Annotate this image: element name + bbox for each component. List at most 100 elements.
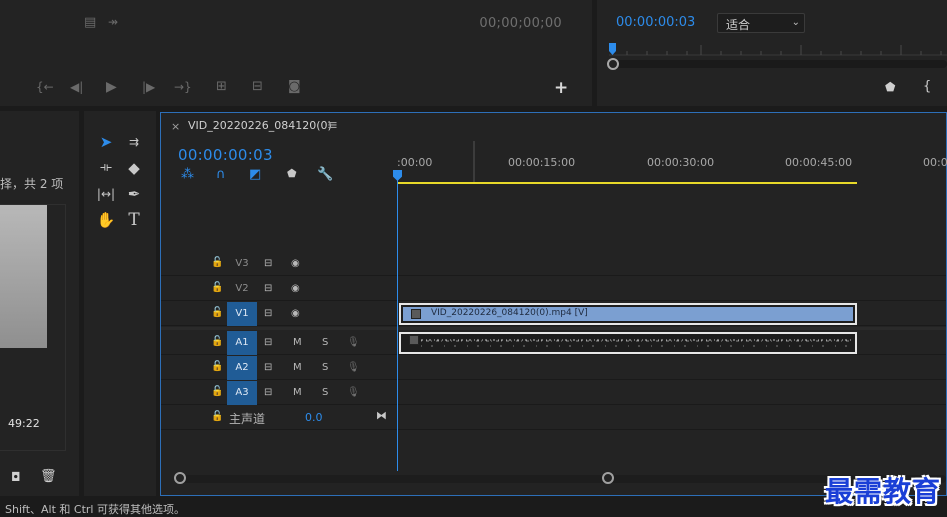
hand-tool-icon[interactable]: ✋: [94, 209, 118, 231]
eye-icon[interactable]: ◉: [291, 277, 300, 301]
track-lane[interactable]: [397, 406, 946, 430]
new-item-icon[interactable]: ◘: [11, 470, 21, 484]
solo-button[interactable]: S: [322, 331, 328, 355]
timeline-panel: × VID_20220226_084120(0) ≡ 00:00:00:03 ⁂…: [160, 112, 947, 496]
lock-icon[interactable]: 🔓: [211, 282, 223, 293]
eye-icon[interactable]: ◉: [291, 302, 300, 326]
sync-lock-icon[interactable]: ⊟: [264, 356, 272, 380]
sync-lock-icon[interactable]: ⊟: [264, 331, 272, 355]
slip-tool-icon[interactable]: |↔|: [94, 183, 118, 205]
track-select-tool-icon[interactable]: ⇉: [122, 131, 146, 153]
video-clip-label: VID_20220226_084120(0).mp4 [V]: [431, 308, 588, 318]
step-back-icon[interactable]: ◀|: [70, 80, 83, 94]
menu-icon[interactable]: ≡: [327, 118, 338, 133]
fit-value: 适合: [726, 18, 751, 32]
track-lane[interactable]: [397, 277, 946, 301]
track-name[interactable]: V3: [227, 252, 257, 276]
program-playhead: [609, 43, 616, 55]
premiere-window: ▤ ↠ 00;00;00;00 {← ◀| ▶ |▶ →} ⊞ ⊟ ◙ + 00…: [0, 0, 947, 517]
lock-icon[interactable]: 🔓: [211, 336, 223, 347]
timeline-ruler[interactable]: [397, 141, 946, 183]
sync-lock-icon[interactable]: ⊟: [264, 381, 272, 405]
scroll-handle-right[interactable]: [602, 472, 614, 484]
linked-selection-icon[interactable]: ◩: [249, 167, 261, 182]
track-lane[interactable]: [397, 381, 946, 405]
add-marker-icon[interactable]: ⬟: [287, 167, 297, 180]
sequence-tab[interactable]: VID_20220226_084120(0): [188, 119, 332, 132]
play-icon[interactable]: ▶: [106, 79, 117, 95]
camera-icon[interactable]: ◙: [288, 79, 301, 94]
timeline-timecode[interactable]: 00:00:00:03: [178, 146, 273, 164]
mute-button[interactable]: M: [293, 356, 302, 380]
mute-button[interactable]: M: [293, 381, 302, 405]
track-name[interactable]: V1: [227, 302, 257, 326]
fit-dropdown[interactable]: 适合 ⌄: [717, 13, 805, 33]
scroll-handle-left[interactable]: [174, 472, 186, 484]
playhead-line: [397, 171, 398, 471]
ripple-edit-tool-icon[interactable]: ⟛: [94, 157, 118, 179]
project-panel: 择，共 2 项 49:22 ◘ 🗑: [0, 111, 79, 496]
trash-icon[interactable]: 🗑: [40, 469, 57, 484]
mark-in-icon[interactable]: {←: [36, 80, 54, 94]
mark-out-icon[interactable]: →}: [174, 80, 192, 94]
program-timecode[interactable]: 00:00:00:03: [616, 15, 695, 30]
program-ruler[interactable]: [609, 42, 947, 56]
track-lane[interactable]: [397, 356, 946, 380]
add-icon[interactable]: +: [554, 78, 568, 98]
wrench-icon[interactable]: 🔧: [317, 167, 333, 182]
track-header: 🔓 V1 ⊟ ◉: [161, 302, 397, 326]
overwrite-icon[interactable]: ⊟: [252, 79, 263, 94]
sync-lock-icon[interactable]: ⊟: [264, 277, 272, 301]
close-icon[interactable]: ×: [171, 120, 180, 133]
snap-icon[interactable]: ∩: [216, 167, 226, 182]
sync-lock-icon[interactable]: ⊟: [264, 302, 272, 326]
track-name[interactable]: A2: [227, 356, 257, 380]
status-bar: Shift、Alt 和 Ctrl 可获得其他选项。: [0, 499, 947, 517]
microphone-icon[interactable]: 🎙: [347, 356, 360, 380]
mute-button[interactable]: M: [293, 331, 302, 355]
lock-icon[interactable]: 🔓: [211, 386, 223, 397]
track-lane[interactable]: [397, 252, 946, 276]
watermark: 最需教育: [824, 475, 941, 508]
marker-icon[interactable]: ⬟: [885, 80, 895, 94]
eye-icon[interactable]: ◉: [291, 252, 300, 276]
clip-icon[interactable]: ▤: [84, 15, 96, 30]
type-tool-icon[interactable]: T: [122, 209, 146, 231]
insert-icon[interactable]: ⊞: [216, 79, 227, 94]
track-name[interactable]: A1: [227, 331, 257, 355]
tools-panel: ➤ ⇉ ⟛ ◆ |↔| ✒ ✋ T: [84, 111, 156, 496]
track-header: 🔓: [161, 406, 397, 430]
drag-audio-icon[interactable]: ↠: [108, 15, 118, 29]
track-name[interactable]: A3: [227, 381, 257, 405]
microphone-icon[interactable]: 🎙: [347, 381, 360, 405]
mark-in-brace-icon[interactable]: {: [923, 79, 931, 94]
track-header: 🔓 A3 ⊟ M S 🎙: [161, 381, 397, 405]
lock-icon[interactable]: 🔓: [211, 257, 223, 268]
lock-icon[interactable]: 🔓: [211, 361, 223, 372]
nest-icon[interactable]: ⁂: [181, 167, 194, 182]
master-volume[interactable]: 0.0: [305, 411, 323, 424]
program-scrollbar[interactable]: [607, 58, 947, 70]
track-header: 🔓 A2 ⊟ M S 🎙: [161, 356, 397, 380]
clip-thumbnail[interactable]: 49:22: [0, 205, 47, 430]
selection-tool-icon[interactable]: ➤: [94, 131, 118, 153]
track-divider[interactable]: [161, 327, 946, 330]
razor-tool-icon[interactable]: ◆: [122, 157, 146, 179]
go-to-edit-icon[interactable]: ⧓: [376, 409, 387, 422]
solo-button[interactable]: S: [322, 381, 328, 405]
video-clip-body: VID_20220226_084120(0).mp4 [V]: [403, 307, 853, 321]
project-item-count: 择，共 2 项: [0, 177, 64, 191]
microphone-icon[interactable]: 🎙: [347, 331, 360, 355]
scroll-handle[interactable]: [607, 58, 619, 70]
audio-clip[interactable]: [399, 332, 857, 354]
video-clip[interactable]: VID_20220226_084120(0).mp4 [V]: [399, 303, 857, 325]
solo-button[interactable]: S: [322, 356, 328, 380]
track-name[interactable]: V2: [227, 277, 257, 301]
pen-tool-icon[interactable]: ✒: [122, 183, 146, 205]
step-forward-icon[interactable]: |▶: [142, 80, 155, 94]
master-track-label: 主声道: [229, 412, 266, 426]
lock-icon[interactable]: 🔓: [211, 307, 223, 318]
sync-lock-icon[interactable]: ⊟: [264, 252, 272, 276]
work-area-bar[interactable]: [398, 182, 857, 184]
lock-icon[interactable]: 🔓: [211, 411, 223, 422]
